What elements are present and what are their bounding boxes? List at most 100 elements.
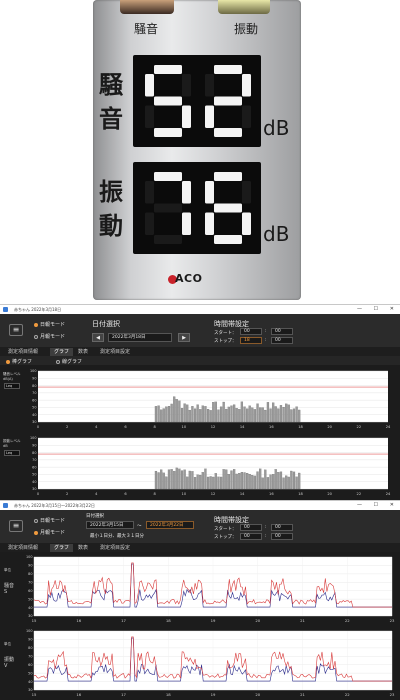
- x-tick-label: 18: [166, 618, 171, 623]
- stop-minute-field[interactable]: 00: [271, 533, 293, 540]
- led-segment-b: [182, 74, 191, 97]
- x-tick-label: 23: [390, 692, 395, 697]
- bar: [251, 407, 254, 423]
- bar: [157, 472, 160, 490]
- vibration-series-code: V: [4, 663, 8, 669]
- y-tick-label: 90: [32, 376, 36, 380]
- bar: [227, 406, 230, 423]
- tab-graph[interactable]: グラフ: [50, 544, 74, 552]
- close-icon[interactable]: ✕: [390, 501, 394, 510]
- bar: [204, 468, 207, 490]
- start-hour-field[interactable]: 00: [240, 524, 262, 531]
- tab-measurement-settings[interactable]: 測定項目設定: [96, 348, 134, 356]
- x-tick-label: 22: [345, 618, 350, 623]
- panel-label-noise-1: 騒: [99, 71, 123, 99]
- bar: [162, 472, 165, 490]
- radio-line-graph[interactable]: 線グラフ: [56, 358, 82, 365]
- y-tick-label: 50: [28, 671, 32, 675]
- bar: [259, 407, 262, 423]
- bar: [162, 408, 165, 423]
- period-charts-area: 単位 騒音 S 単位 振動 V 100 90 80 70 60 50 40 30 15 16 17 1…: [0, 552, 400, 700]
- close-icon[interactable]: ✕: [390, 305, 394, 314]
- tab-graph[interactable]: グラフ: [50, 348, 74, 356]
- y-tick-label: 80: [28, 572, 32, 576]
- minimize-icon[interactable]: —: [357, 501, 362, 510]
- stop-hour-field[interactable]: 18: [240, 337, 262, 344]
- noise-led-display: [133, 55, 261, 147]
- bar: [186, 476, 189, 490]
- start-minute-field[interactable]: 00: [271, 328, 293, 335]
- bar: [264, 469, 267, 490]
- minimize-icon[interactable]: —: [357, 305, 362, 314]
- next-date-button[interactable]: ▶: [178, 333, 190, 342]
- x-tick-label: 16: [269, 425, 274, 429]
- tab-measurement-info[interactable]: 測定項目情報: [4, 348, 42, 356]
- tab-table[interactable]: 数表: [74, 544, 92, 552]
- y-tick-label: 90: [32, 443, 36, 447]
- y-tick-label: 30: [32, 420, 36, 424]
- bar: [199, 474, 202, 490]
- vibration-leq-select[interactable]: Leq: [4, 450, 20, 456]
- led-segment-c: [182, 212, 191, 235]
- start-minute-field[interactable]: 00: [271, 524, 293, 531]
- date-to-field[interactable]: 2022年3月22日: [146, 521, 194, 529]
- bar: [274, 469, 277, 490]
- radio-selected-icon: [34, 322, 38, 327]
- bar: [230, 405, 233, 423]
- y-tick-label: 70: [28, 654, 32, 658]
- bar: [256, 403, 259, 423]
- bar: [235, 408, 238, 423]
- bar: [279, 471, 283, 490]
- y-tick-label: 50: [32, 473, 36, 477]
- bar: [212, 476, 215, 490]
- maximize-icon[interactable]: ☐: [374, 305, 378, 314]
- x-tick-label: 0: [37, 492, 40, 496]
- y-tick-label: 100: [26, 629, 32, 633]
- tab-measurement-info[interactable]: 測定項目情報: [4, 544, 42, 552]
- y-tick-label: 40: [28, 606, 32, 610]
- bar: [219, 476, 223, 490]
- bar: [264, 409, 267, 423]
- y-tick-label: 30: [32, 487, 36, 491]
- noise-leq-select[interactable]: Leq: [4, 383, 20, 389]
- y-tick-label: 60: [28, 663, 32, 667]
- radio-bar-graph[interactable]: 棒グラフ: [6, 358, 32, 365]
- bar: [183, 403, 186, 423]
- bar: [217, 409, 220, 423]
- app-icon: [3, 503, 8, 508]
- maximize-icon[interactable]: ☐: [374, 501, 378, 510]
- date-from-field[interactable]: 2022年3月15日: [86, 521, 134, 529]
- y-tick-label: 50: [32, 406, 36, 410]
- radio-monthly-mode[interactable]: 月報モード: [34, 333, 65, 340]
- daily-report-window: 赤ちゃん 2022年3月18日 — ☐ ✕ ≡ 日報モード 月報モード 日付選択…: [0, 304, 400, 501]
- bar: [272, 402, 275, 423]
- bar: [206, 476, 210, 490]
- radio-monthly-mode[interactable]: 月報モード: [34, 529, 65, 536]
- stop-hour-field[interactable]: 00: [240, 533, 262, 540]
- x-tick-label: 21: [300, 618, 305, 623]
- noise-seven-segment-digits: [145, 65, 251, 137]
- bar: [235, 473, 238, 490]
- radio-daily-mode[interactable]: 日報モード: [34, 321, 65, 328]
- x-tick-label: 2: [66, 492, 68, 496]
- x-tick-label: 22: [345, 692, 350, 697]
- tab-table[interactable]: 数表: [74, 348, 92, 356]
- radio-daily-mode[interactable]: 日報モード: [34, 517, 65, 524]
- bar: [269, 408, 272, 423]
- window-titlebar: 赤ちゃん 2022年3月18日 — ☐ ✕: [0, 305, 400, 314]
- start-hour-field[interactable]: 00: [240, 328, 262, 335]
- led-segment-e: [205, 105, 214, 128]
- hamburger-menu-icon[interactable]: ≡: [9, 520, 23, 532]
- prev-date-button[interactable]: ◀: [92, 333, 104, 342]
- y-tick-label: 100: [30, 436, 36, 440]
- x-tick-label: 19: [211, 692, 216, 697]
- x-tick-label: 15: [32, 618, 37, 623]
- stop-minute-field[interactable]: 00: [271, 337, 293, 344]
- bar: [232, 469, 236, 490]
- y-tick-label: 90: [28, 638, 32, 642]
- display-panel: [93, 0, 301, 300]
- tab-measurement-settings[interactable]: 測定項目設定: [96, 544, 134, 552]
- hamburger-menu-icon[interactable]: ≡: [9, 324, 23, 336]
- date-field[interactable]: 2022年3月18日: [108, 333, 172, 342]
- panel-label-vibration-1: 振: [99, 178, 123, 206]
